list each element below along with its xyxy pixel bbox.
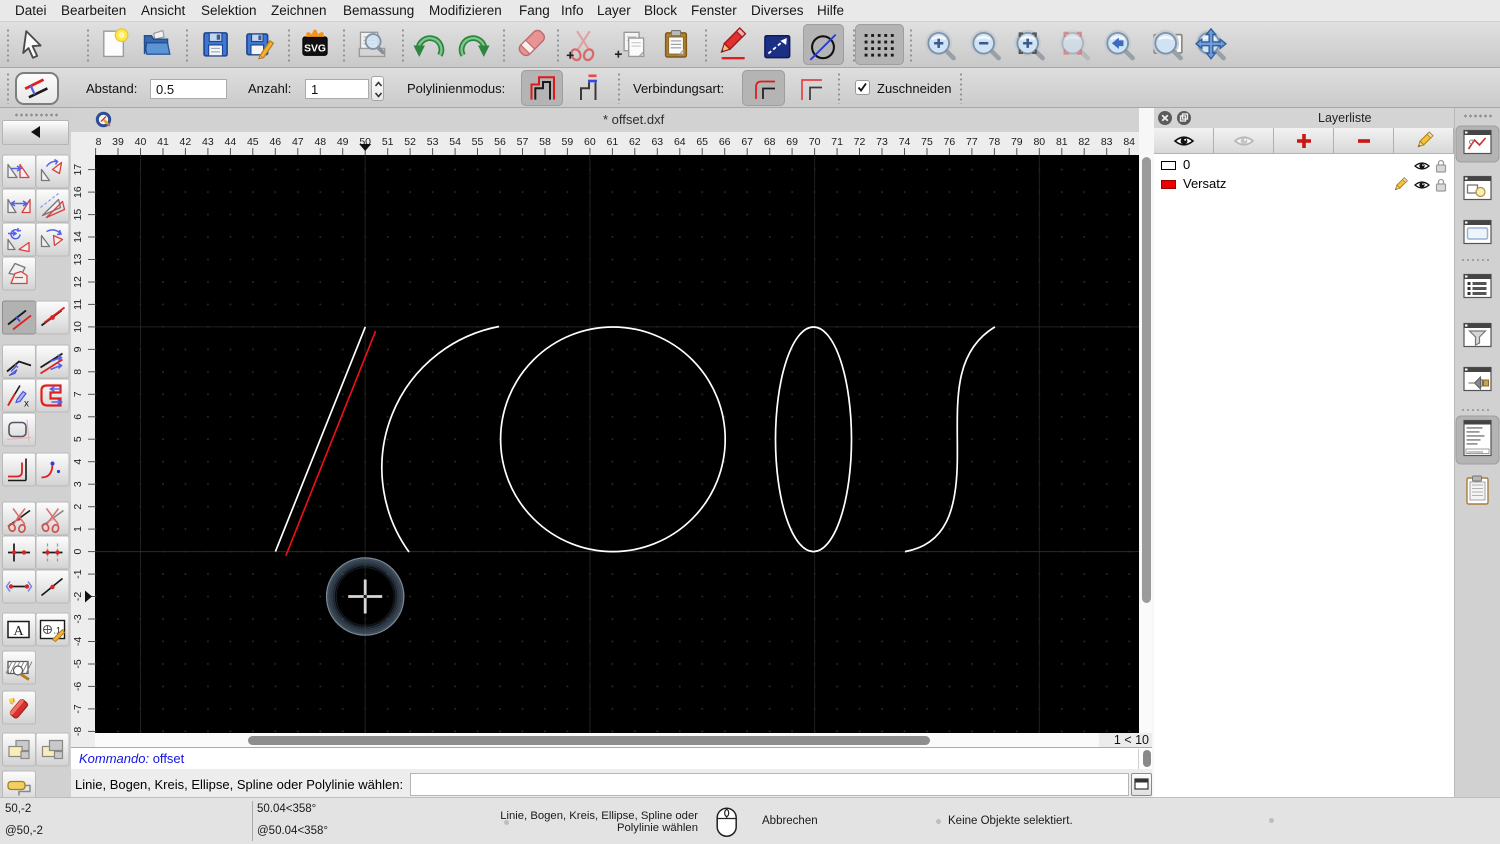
- svg-text:80: 80: [1033, 136, 1045, 148]
- svg-text:68: 68: [764, 136, 776, 148]
- svg-text:61: 61: [607, 136, 619, 148]
- svg-text:82: 82: [1078, 136, 1090, 148]
- svg-text:6: 6: [72, 414, 84, 420]
- svg-text:47: 47: [292, 136, 304, 148]
- svg-text:62: 62: [629, 136, 641, 148]
- svg-text:49: 49: [337, 136, 349, 148]
- svg-text:12: 12: [72, 276, 84, 288]
- svg-text:70: 70: [809, 136, 821, 148]
- svg-text:78: 78: [989, 136, 1001, 148]
- svg-text:65: 65: [696, 136, 708, 148]
- svg-text:44: 44: [225, 136, 237, 148]
- svg-text:10: 10: [72, 321, 84, 333]
- svg-text:x: x: [24, 399, 29, 410]
- svg-text:13: 13: [72, 254, 84, 266]
- svg-text:39: 39: [112, 136, 124, 148]
- svg-text:8: 8: [72, 369, 84, 375]
- svg-text:A: A: [13, 624, 24, 639]
- svg-text:7: 7: [72, 391, 84, 397]
- svg-text:1: 1: [72, 526, 84, 532]
- svg-text:-1: -1: [72, 569, 84, 578]
- svg-text:38: 38: [95, 136, 102, 148]
- svg-text:41: 41: [157, 136, 169, 148]
- svg-text:60: 60: [584, 136, 596, 148]
- svg-text:59: 59: [562, 136, 574, 148]
- svg-text:-6: -6: [72, 682, 84, 691]
- svg-text:76: 76: [944, 136, 956, 148]
- svg-text:43: 43: [202, 136, 214, 148]
- svg-text:67: 67: [741, 136, 753, 148]
- svg-text:15: 15: [72, 209, 84, 221]
- svg-text:74: 74: [899, 136, 911, 148]
- svg-text:71: 71: [831, 136, 843, 148]
- svg-text:56: 56: [494, 136, 506, 148]
- svg-text:16: 16: [72, 186, 84, 198]
- svg-text:5: 5: [72, 436, 84, 442]
- svg-text:3: 3: [72, 481, 84, 487]
- svg-text:81: 81: [1056, 136, 1068, 148]
- svg-text:77: 77: [966, 136, 978, 148]
- svg-text:46: 46: [269, 136, 281, 148]
- svg-text:53: 53: [427, 136, 439, 148]
- svg-text:52: 52: [404, 136, 416, 148]
- svg-text:SVG: SVG: [304, 43, 326, 54]
- svg-text:75: 75: [921, 136, 933, 148]
- svg-text:57: 57: [517, 136, 529, 148]
- svg-text:72: 72: [854, 136, 866, 148]
- svg-text:-2: -2: [72, 592, 84, 601]
- svg-text:48: 48: [314, 136, 326, 148]
- svg-text:73: 73: [876, 136, 888, 148]
- svg-text:4: 4: [72, 459, 84, 465]
- svg-text:-4: -4: [72, 637, 84, 646]
- svg-text:51: 51: [382, 136, 394, 148]
- svg-text:command: command: [1468, 450, 1483, 454]
- svg-text:84: 84: [1123, 136, 1135, 148]
- svg-text:17: 17: [72, 164, 84, 176]
- svg-text:55: 55: [472, 136, 484, 148]
- svg-text:2: 2: [72, 504, 84, 510]
- svg-text:-5: -5: [72, 659, 84, 668]
- svg-text:40: 40: [135, 136, 147, 148]
- svg-text:63: 63: [651, 136, 663, 148]
- svg-text:69: 69: [786, 136, 798, 148]
- svg-text:64: 64: [674, 136, 686, 148]
- svg-text:0: 0: [72, 549, 84, 555]
- svg-text:-8: -8: [72, 727, 84, 736]
- svg-text:-3: -3: [72, 614, 84, 623]
- svg-text:45: 45: [247, 136, 259, 148]
- svg-text:83: 83: [1101, 136, 1113, 148]
- svg-text:9: 9: [72, 346, 84, 352]
- svg-text:58: 58: [539, 136, 551, 148]
- svg-text:42: 42: [180, 136, 192, 148]
- svg-text:66: 66: [719, 136, 731, 148]
- svg-text:-7: -7: [72, 704, 84, 713]
- svg-text:79: 79: [1011, 136, 1023, 148]
- svg-text:11: 11: [72, 299, 84, 310]
- svg-text:14: 14: [72, 231, 84, 243]
- svg-text:54: 54: [449, 136, 461, 148]
